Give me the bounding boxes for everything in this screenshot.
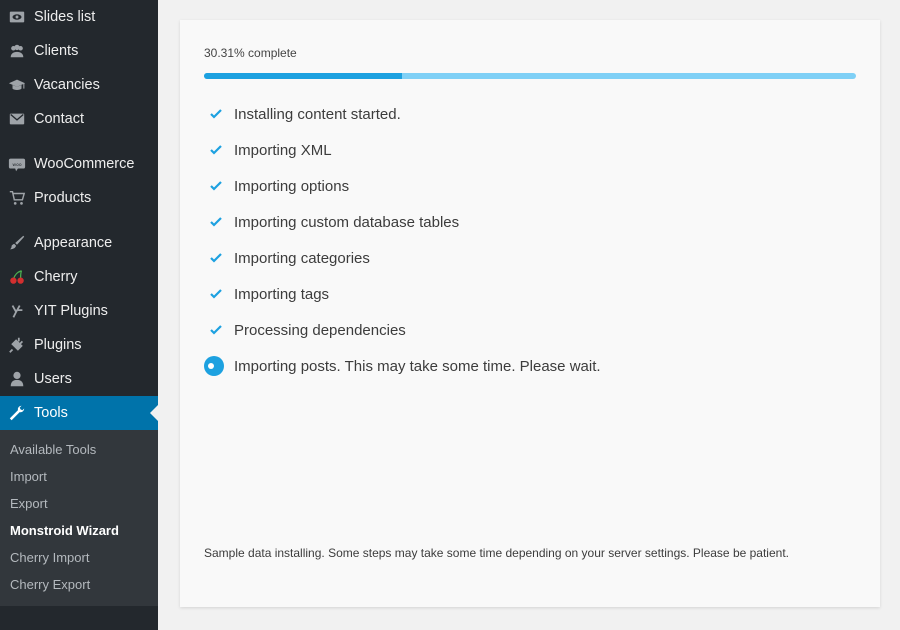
menu-item-label: Vacancies — [34, 77, 100, 93]
checkmark-icon — [204, 246, 228, 270]
admin-menu: Slides list Clients Vacancies Contact wo… — [0, 0, 158, 430]
cart-icon — [0, 181, 34, 215]
menu-item-clients[interactable]: Clients — [0, 34, 158, 68]
install-progress-panel: 30.31% complete Installing content start… — [180, 20, 880, 607]
graduation-cap-icon — [0, 68, 34, 102]
step-text: Importing custom database tables — [234, 213, 460, 231]
checkmark-icon — [204, 174, 228, 198]
step-text: Importing tags — [234, 285, 330, 303]
checkmark-icon — [204, 282, 228, 306]
menu-item-yit-plugins[interactable]: YIT Plugins — [0, 294, 158, 328]
install-steps-list: Installing content started. Importing XM… — [204, 96, 601, 384]
progress-bar-fill — [204, 73, 402, 79]
step-text: Installing content started. — [234, 105, 401, 123]
wrench-icon — [0, 396, 34, 430]
svg-text:woo: woo — [12, 163, 21, 168]
install-note: Sample data installing. Some steps may t… — [204, 546, 789, 560]
menu-item-label: YIT Plugins — [34, 303, 108, 319]
menu-item-label: Contact — [34, 111, 84, 127]
menu-item-label: Clients — [34, 43, 79, 59]
menu-item-users[interactable]: Users — [0, 362, 158, 396]
cherry-icon — [0, 260, 34, 294]
submenu-item-available-tools[interactable]: Available Tools — [0, 436, 158, 463]
tools-submenu: Available Tools Import Export Monstroid … — [0, 430, 158, 606]
progress-label: 30.31% complete — [204, 46, 297, 60]
step-text: Importing options — [234, 177, 350, 195]
paintbrush-icon — [0, 226, 34, 260]
step-item-in-progress: Importing posts. This may take some time… — [204, 348, 601, 384]
checkmark-icon — [204, 210, 228, 234]
submenu-item-import[interactable]: Import — [0, 463, 158, 490]
step-item: Installing content started. — [204, 96, 601, 132]
step-text: Processing dependencies — [234, 321, 406, 339]
menu-item-label: Products — [34, 190, 92, 206]
menu-item-label: Tools — [34, 405, 68, 421]
menu-item-appearance[interactable]: Appearance — [0, 226, 158, 260]
step-text: Importing categories — [234, 249, 370, 267]
yit-icon — [0, 294, 34, 328]
submenu-item-cherry-export[interactable]: Cherry Export — [0, 571, 158, 598]
menu-item-label: Cherry — [34, 269, 78, 285]
group-icon — [0, 34, 34, 68]
menu-item-contact[interactable]: Contact — [0, 102, 158, 136]
submenu-item-cherry-import[interactable]: Cherry Import — [0, 544, 158, 571]
user-icon — [0, 362, 34, 396]
menu-item-cherry[interactable]: Cherry — [0, 260, 158, 294]
eye-icon — [0, 0, 34, 34]
step-item: Processing dependencies — [204, 312, 601, 348]
admin-sidebar: Slides list Clients Vacancies Contact wo… — [0, 0, 158, 630]
step-item: Importing options — [204, 168, 601, 204]
plug-icon — [0, 328, 34, 362]
menu-item-label: Slides list — [34, 9, 96, 25]
woo-icon: woo — [0, 147, 34, 181]
menu-item-products[interactable]: Products — [0, 181, 158, 215]
menu-item-slides-list[interactable]: Slides list — [0, 0, 158, 34]
menu-item-tools[interactable]: Tools — [0, 396, 158, 430]
menu-item-label: Plugins — [34, 337, 82, 353]
step-item: Importing custom database tables — [204, 204, 601, 240]
step-item: Importing tags — [204, 276, 601, 312]
submenu-item-export[interactable]: Export — [0, 490, 158, 517]
step-text: Importing XML — [234, 141, 332, 159]
menu-separator — [0, 136, 158, 147]
menu-separator — [0, 215, 158, 226]
menu-item-label: WooCommerce — [34, 156, 135, 172]
submenu-item-monstroid-wizard[interactable]: Monstroid Wizard — [0, 517, 158, 544]
envelope-icon — [0, 102, 34, 136]
checkmark-icon — [204, 318, 228, 342]
loading-spinner-icon — [204, 356, 224, 376]
step-item: Importing categories — [204, 240, 601, 276]
menu-item-vacancies[interactable]: Vacancies — [0, 68, 158, 102]
menu-item-label: Users — [34, 371, 72, 387]
step-text: Importing posts. This may take some time… — [234, 357, 601, 375]
step-item: Importing XML — [204, 132, 601, 168]
menu-item-woocommerce[interactable]: woo WooCommerce — [0, 147, 158, 181]
menu-item-label: Appearance — [34, 235, 113, 251]
progress-bar — [204, 73, 856, 79]
menu-item-plugins[interactable]: Plugins — [0, 328, 158, 362]
checkmark-icon — [204, 138, 228, 162]
checkmark-icon — [204, 102, 228, 126]
